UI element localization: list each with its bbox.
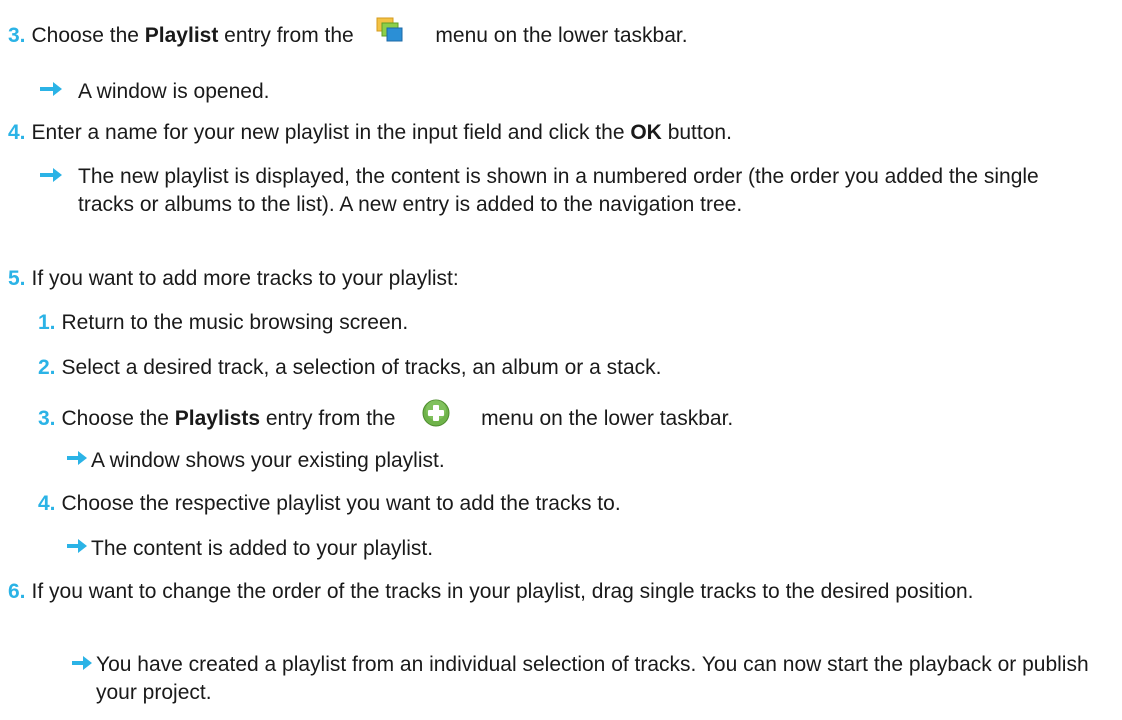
step-number: 6.	[8, 580, 26, 603]
step-number: 5.	[8, 267, 26, 290]
step-5: 5. If you want to add more tracks to your…	[8, 265, 459, 292]
step-6: 6. If you want to change the order of the…	[8, 578, 1008, 606]
step-number: 3.	[8, 24, 26, 48]
result-arrow-icon	[40, 168, 62, 183]
step-text-post: menu on the lower taskbar.	[435, 24, 688, 48]
step-number: 4.	[8, 121, 26, 144]
substep-text: Select a desired track, a selection of t…	[61, 356, 662, 379]
substep-bold-term: Playlists	[174, 407, 261, 431]
step-text-pre: Enter a name for your new playlist in th…	[31, 121, 625, 144]
step-text: If you want to add more tracks to your p…	[31, 267, 459, 290]
green-plus-icon	[421, 398, 451, 435]
substep-text-post: menu on the lower taskbar.	[481, 407, 734, 431]
step-bold-term: Playlist	[144, 24, 219, 48]
result-arrow-icon	[67, 539, 87, 554]
substep-1: 1. Return to the music browsing screen.	[38, 309, 408, 336]
substep-3: 3. Choose the Playlists entry from the me…	[38, 398, 734, 438]
step-bold-term: OK	[630, 121, 662, 144]
step-3: 3. Choose the Playlist entry from the men…	[8, 16, 688, 54]
step-text-mid: entry from the	[224, 24, 354, 48]
substep-2: 2. Select a desired track, a selection of…	[38, 354, 661, 381]
substep-text-pre: Choose the	[61, 407, 169, 431]
substep-text-mid: entry from the	[265, 407, 396, 431]
substep-number: 4.	[38, 492, 56, 515]
subresult-text: A window shows your existing playlist.	[91, 449, 445, 472]
step-text: If you want to change the order of the t…	[31, 580, 974, 603]
substep-text: Choose the respective playlist you want …	[61, 492, 621, 515]
step-text-post: button.	[667, 121, 732, 144]
subresult-4: The content is added to your playlist.	[67, 535, 433, 562]
substep-4: 4. Choose the respective playlist you wan…	[38, 490, 621, 517]
result-text: A window is opened.	[78, 80, 270, 103]
result-3: A window is opened.	[40, 78, 269, 105]
result-4: The new playlist is displayed, the conte…	[78, 165, 1039, 216]
substep-number: 2.	[38, 356, 56, 379]
result-arrow-icon	[67, 451, 87, 466]
subresult-text: The content is added to your playlist.	[91, 537, 434, 560]
step-4: 4. Enter a name for your new playlist in …	[8, 119, 732, 146]
result-arrow-icon	[40, 82, 62, 97]
windows-stack-icon	[374, 16, 404, 51]
result-4-arrow	[40, 164, 78, 191]
substep-number: 3.	[38, 407, 56, 431]
substep-number: 1.	[38, 311, 56, 334]
substep-text: Return to the music browsing screen.	[61, 311, 409, 334]
result-6: You have created a playlist from an indi…	[96, 653, 1089, 704]
subresult-3: A window shows your existing playlist.	[67, 447, 445, 474]
result-arrow-icon	[72, 656, 92, 671]
result-6-arrow	[72, 652, 96, 679]
step-text-pre: Choose the	[31, 24, 139, 48]
